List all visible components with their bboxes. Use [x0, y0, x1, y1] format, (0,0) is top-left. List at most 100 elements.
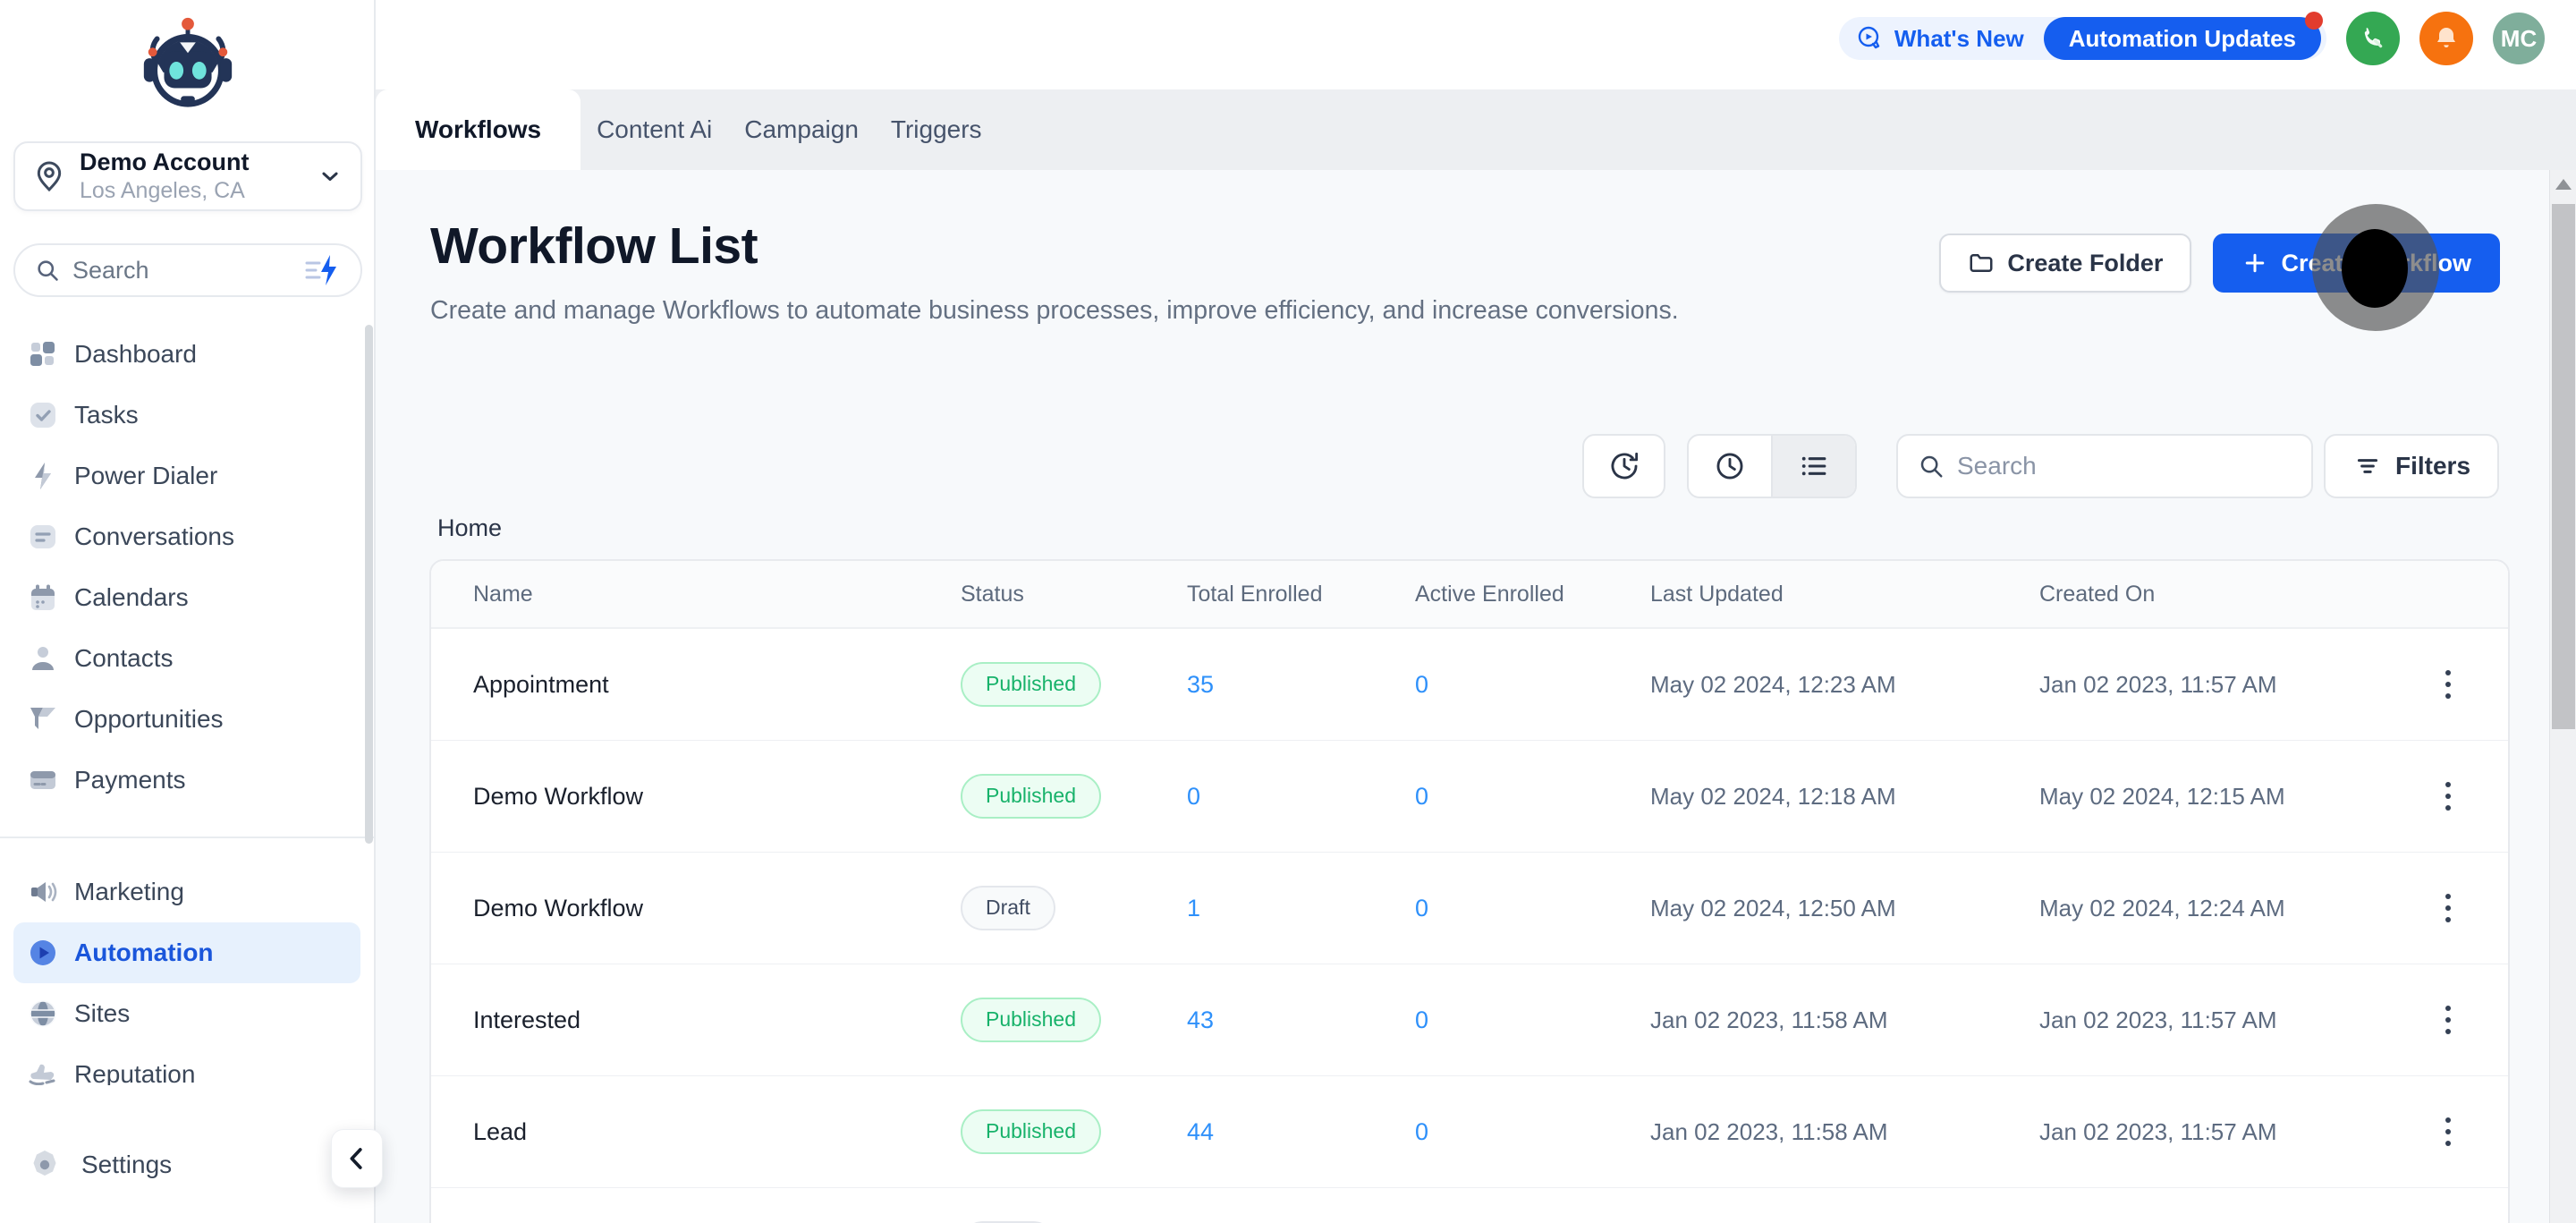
- automation-updates-badge[interactable]: Automation Updates: [2044, 17, 2321, 60]
- created-on: May 02 2024, 12:24 AM: [2039, 895, 2422, 922]
- sidebar-collapse-button[interactable]: [331, 1129, 383, 1188]
- active-enrolled[interactable]: 0: [1415, 783, 1650, 811]
- active-enrolled[interactable]: 0: [1415, 1118, 1650, 1146]
- notifications-button[interactable]: [2419, 12, 2473, 65]
- sidebar-item-label: Power Dialer: [74, 462, 217, 490]
- sidebar-item-label: Dashboard: [74, 340, 197, 369]
- sidebar-item-sites[interactable]: Sites: [0, 983, 374, 1044]
- sidebar-item-opportunities[interactable]: Opportunities: [0, 689, 374, 750]
- workflow-search[interactable]: [1896, 434, 2313, 498]
- chevron-down-icon: [318, 164, 343, 189]
- tab-campaign[interactable]: Campaign: [728, 89, 875, 170]
- sidebar-item-label: Calendars: [74, 583, 189, 612]
- tab-triggers[interactable]: Triggers: [875, 89, 998, 170]
- workflow-name[interactable]: Demo Workflow: [473, 895, 961, 922]
- history-button[interactable]: [1582, 434, 1665, 498]
- total-enrolled[interactable]: 1: [1187, 895, 1415, 922]
- total-enrolled[interactable]: 0: [1187, 783, 1415, 811]
- phone-button[interactable]: [2346, 12, 2400, 65]
- clock-icon: [1713, 449, 1747, 483]
- create-folder-button[interactable]: Create Folder: [1939, 234, 2191, 293]
- sidebar-nav-primary: Dashboard Tasks Power Dialer Conversatio…: [0, 324, 374, 811]
- tab-label: Triggers: [891, 115, 982, 144]
- sidebar: Demo Account Los Angeles, CA Dashboar: [0, 0, 376, 1223]
- sidebar-item-marketing[interactable]: Marketing: [0, 862, 374, 922]
- sidebar-item-dashboard[interactable]: Dashboard: [0, 324, 374, 385]
- table-row[interactable]: Interested Published 43 0 Jan 02 2023, 1…: [431, 964, 2508, 1076]
- user-avatar[interactable]: MC: [2493, 13, 2545, 64]
- sidebar-item-power-dialer[interactable]: Power Dialer: [0, 446, 374, 506]
- funnel-icon: [28, 704, 58, 735]
- list-toolbar: Filters: [1582, 434, 2499, 498]
- sidebar-item-reputation[interactable]: Reputation: [0, 1044, 374, 1085]
- row-menu-button[interactable]: [2440, 888, 2456, 928]
- filters-button[interactable]: Filters: [2324, 434, 2499, 498]
- created-on: Jan 02 2023, 11:57 AM: [2039, 1006, 2422, 1034]
- sidebar-item-calendars[interactable]: Calendars: [0, 567, 374, 628]
- active-enrolled[interactable]: 0: [1415, 895, 1650, 922]
- sidebar-item-label: Payments: [74, 766, 186, 794]
- view-toggle-recent[interactable]: [1689, 436, 1771, 497]
- sidebar-item-label: Settings: [81, 1151, 172, 1179]
- sidebar-item-tasks[interactable]: Tasks: [0, 385, 374, 446]
- scrollbar-thumb[interactable]: [2552, 204, 2575, 729]
- table-row[interactable]: Demo Workflow Published 0 0 May 02 2024,…: [431, 741, 2508, 853]
- module-tabs: Workflows Content Ai Campaign Triggers: [376, 89, 2576, 170]
- workflow-name[interactable]: Lead: [473, 1118, 961, 1146]
- row-menu-button[interactable]: [2440, 777, 2456, 816]
- row-menu-button[interactable]: [2440, 1000, 2456, 1040]
- sidebar-item-label: Sites: [74, 999, 130, 1028]
- table-row[interactable]: Lead Published 44 0 Jan 02 2023, 11:58 A…: [431, 1076, 2508, 1188]
- credit-card-icon: [28, 765, 58, 795]
- tab-content-ai[interactable]: Content Ai: [580, 89, 728, 170]
- view-toggle-list[interactable]: [1771, 436, 1855, 497]
- app-logo: [0, 11, 376, 116]
- sidebar-nav-secondary: Marketing Automation Sites: [0, 862, 374, 1085]
- total-enrolled[interactable]: 43: [1187, 1006, 1415, 1034]
- chevron-left-icon: [343, 1145, 370, 1172]
- create-folder-label: Create Folder: [2007, 250, 2163, 277]
- automation-play-icon: [28, 938, 58, 968]
- breadcrumb[interactable]: Home: [437, 514, 502, 542]
- sidebar-search[interactable]: [13, 243, 362, 297]
- last-updated: Jan 02 2023, 11:58 AM: [1650, 1006, 2039, 1034]
- total-enrolled[interactable]: 44: [1187, 1118, 1415, 1146]
- sidebar-item-automation[interactable]: Automation: [13, 922, 360, 983]
- workflow-search-input[interactable]: [1957, 452, 2292, 480]
- filters-label: Filters: [2395, 452, 2470, 480]
- sidebar-item-conversations[interactable]: Conversations: [0, 506, 374, 567]
- sidebar-item-contacts[interactable]: Contacts: [0, 628, 374, 689]
- page-title: Workflow List: [430, 217, 758, 276]
- create-workflow-label: Create Workflow: [2281, 250, 2471, 277]
- sidebar-item-label: Marketing: [74, 878, 184, 906]
- row-menu-button[interactable]: [2440, 665, 2456, 704]
- total-enrolled[interactable]: 35: [1187, 671, 1415, 699]
- account-name: Demo Account: [80, 149, 318, 176]
- active-enrolled[interactable]: 0: [1415, 671, 1650, 699]
- row-menu-button[interactable]: [2440, 1112, 2456, 1151]
- active-enrolled[interactable]: 0: [1415, 1006, 1650, 1034]
- folder-icon: [1968, 250, 1995, 276]
- scrollbar-up-arrow[interactable]: [2550, 179, 2576, 190]
- create-workflow-button[interactable]: Create Workflow: [2213, 234, 2500, 293]
- sidebar-scrollbar-thumb[interactable]: [365, 325, 373, 844]
- sidebar-search-input[interactable]: [72, 257, 301, 285]
- calendar-icon: [28, 582, 58, 613]
- robot-logo-icon: [135, 11, 241, 116]
- status-badge: Published: [961, 774, 1101, 819]
- workflow-name[interactable]: Appointment: [473, 671, 961, 699]
- sidebar-item-payments[interactable]: Payments: [0, 750, 374, 811]
- sidebar-item-settings[interactable]: Settings: [0, 1134, 322, 1195]
- table-row[interactable]: Appointment Published 35 0 May 02 2024, …: [431, 629, 2508, 741]
- workflow-name[interactable]: Demo Workflow: [473, 783, 961, 811]
- sidebar-item-label: Opportunities: [74, 705, 224, 734]
- main-content: Workflow List Create and manage Workflow…: [376, 170, 2549, 1223]
- table-row[interactable]: Demo Workflow Draft 1 0 May 02 2024, 12:…: [431, 853, 2508, 964]
- whats-new-button[interactable]: What's New: [1839, 24, 2044, 53]
- last-updated: Jan 02 2023, 11:58 AM: [1650, 1118, 2039, 1146]
- page-scrollbar[interactable]: [2549, 170, 2576, 1223]
- tab-workflows[interactable]: Workflows: [376, 89, 580, 170]
- workflow-name[interactable]: Interested: [473, 1006, 961, 1034]
- account-switcher[interactable]: Demo Account Los Angeles, CA: [13, 141, 362, 211]
- quick-search-bolt-icon[interactable]: [301, 252, 344, 288]
